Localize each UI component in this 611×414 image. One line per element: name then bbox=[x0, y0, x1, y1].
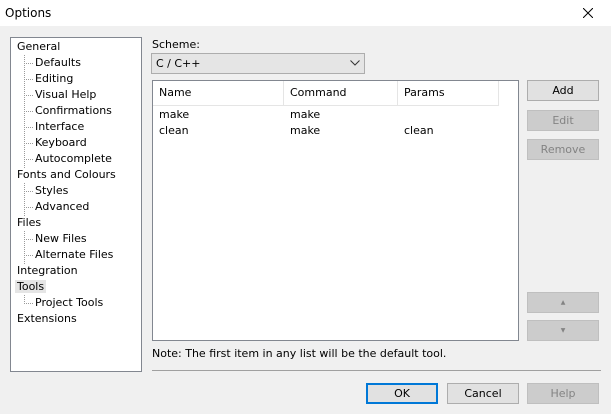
tool-params: clean bbox=[404, 124, 434, 137]
tree-connector bbox=[24, 79, 33, 80]
tools-list[interactable]: Name Command Params make make clean make… bbox=[152, 80, 519, 341]
tree-item-visual-help[interactable]: Visual Help bbox=[33, 87, 98, 103]
move-down-button[interactable]: ▼ bbox=[527, 320, 599, 341]
window-title: Options bbox=[5, 6, 52, 20]
default-tool-note: Note: The first item in any list will be… bbox=[152, 347, 447, 360]
tree-connector bbox=[24, 63, 33, 64]
tree-item-alternate-files[interactable]: Alternate Files bbox=[33, 247, 115, 263]
tree-item-interface[interactable]: Interface bbox=[33, 119, 86, 135]
tree-connector bbox=[24, 207, 33, 208]
tool-command: make bbox=[290, 108, 321, 121]
tree-connector bbox=[24, 255, 33, 256]
tree-item-extensions[interactable]: Extensions bbox=[15, 311, 79, 327]
tree-item-project-tools[interactable]: Project Tools bbox=[33, 295, 105, 311]
remove-button[interactable]: Remove bbox=[527, 139, 599, 160]
arrow-down-icon: ▼ bbox=[560, 327, 566, 334]
tree-item-general[interactable]: General bbox=[15, 39, 62, 55]
tree-item-tools[interactable]: Tools bbox=[15, 279, 47, 295]
arrow-up-icon: ▲ bbox=[560, 299, 566, 306]
tree-connector bbox=[24, 127, 33, 128]
chevron-down-icon bbox=[350, 60, 360, 66]
footer-separator bbox=[152, 370, 601, 371]
edit-button[interactable]: Edit bbox=[527, 110, 599, 131]
tree-item-styles[interactable]: Styles bbox=[33, 183, 70, 199]
table-row[interactable]: clean make clean bbox=[153, 123, 518, 139]
tree-item-files[interactable]: Files bbox=[15, 215, 43, 231]
tree-connector bbox=[24, 143, 33, 144]
column-header-name[interactable]: Name bbox=[153, 81, 284, 105]
tree-item-keyboard[interactable]: Keyboard bbox=[33, 135, 89, 151]
tree-connector bbox=[24, 191, 33, 192]
title-bar: Options bbox=[0, 0, 611, 26]
tree-connector bbox=[24, 183, 25, 216]
move-up-button[interactable]: ▲ bbox=[527, 292, 599, 313]
close-icon bbox=[583, 8, 593, 18]
ok-button[interactable]: OK bbox=[366, 383, 438, 404]
close-button[interactable] bbox=[565, 0, 611, 26]
add-button[interactable]: Add bbox=[527, 80, 599, 101]
tree-connector bbox=[24, 159, 33, 160]
tool-command: make bbox=[290, 124, 321, 137]
help-button[interactable]: Help bbox=[527, 383, 599, 404]
tree-item-defaults[interactable]: Defaults bbox=[33, 55, 83, 71]
tool-name: clean bbox=[159, 124, 189, 137]
cancel-button[interactable]: Cancel bbox=[447, 383, 519, 404]
table-row[interactable]: make make bbox=[153, 107, 518, 123]
scheme-label: Scheme: bbox=[152, 38, 200, 51]
tree-connector bbox=[24, 303, 33, 304]
tree-item-fonts-and-colours[interactable]: Fonts and Colours bbox=[15, 167, 118, 183]
tree-connector bbox=[24, 239, 33, 240]
list-header: Name Command Params bbox=[153, 81, 499, 106]
tree-connector bbox=[24, 95, 33, 96]
tree-item-new-files[interactable]: New Files bbox=[33, 231, 89, 247]
tree-connector bbox=[24, 231, 25, 264]
options-tree[interactable]: General Defaults Editing Visual Help Con… bbox=[10, 37, 142, 372]
tree-item-advanced[interactable]: Advanced bbox=[33, 199, 91, 215]
column-header-command[interactable]: Command bbox=[284, 81, 398, 105]
tree-item-integration[interactable]: Integration bbox=[15, 263, 80, 279]
tree-item-autocomplete[interactable]: Autocomplete bbox=[33, 151, 114, 167]
scheme-dropdown[interactable]: C / C++ bbox=[151, 53, 365, 74]
column-header-params[interactable]: Params bbox=[398, 81, 499, 105]
tree-item-editing[interactable]: Editing bbox=[33, 71, 75, 87]
tree-connector bbox=[24, 111, 33, 112]
scheme-value: C / C++ bbox=[156, 57, 201, 70]
tree-item-confirmations[interactable]: Confirmations bbox=[33, 103, 114, 119]
tool-name: make bbox=[159, 108, 190, 121]
